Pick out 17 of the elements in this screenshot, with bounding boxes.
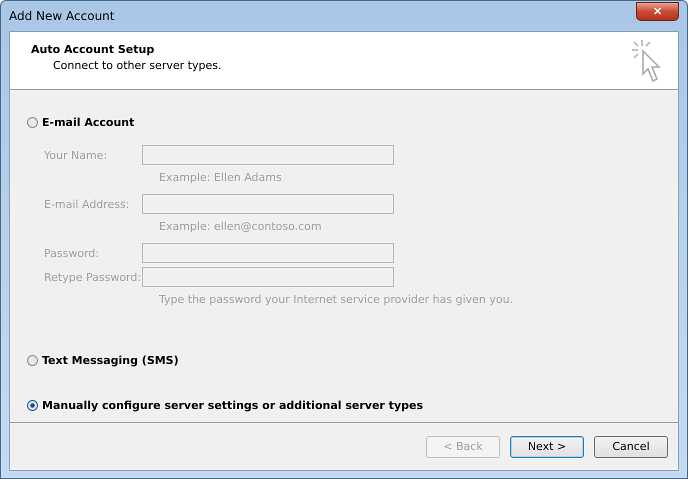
dialog-button[interactable]: Next > <box>510 436 584 458</box>
header-title: Auto Account Setup <box>31 43 156 56</box>
dialog-button[interactable]: Cancel <box>594 436 668 458</box>
field-label: Password: <box>44 246 100 260</box>
field-hint: Example: Ellen Adams <box>159 171 283 184</box>
field-hint: Type the password your Internet service provider has given you. <box>159 293 514 306</box>
option-label[interactable]: Text Messaging (SMS) <box>42 354 179 367</box>
field-label: Your Name: <box>44 148 108 162</box>
radio-button[interactable] <box>27 355 38 366</box>
close-button[interactable]: ✕ <box>636 2 679 20</box>
field-label: E-mail Address: <box>44 198 130 210</box>
field-hint: Example: ellen@contoso.com <box>159 220 323 233</box>
radio-button[interactable] <box>27 400 38 411</box>
option-label[interactable]: Manually configure server settings or additional server types <box>42 399 423 412</box>
field-label: Retype Password: <box>44 270 142 284</box>
window-title: Add New Account <box>9 9 114 23</box>
header-subtitle: Connect to other server types. <box>53 59 222 72</box>
